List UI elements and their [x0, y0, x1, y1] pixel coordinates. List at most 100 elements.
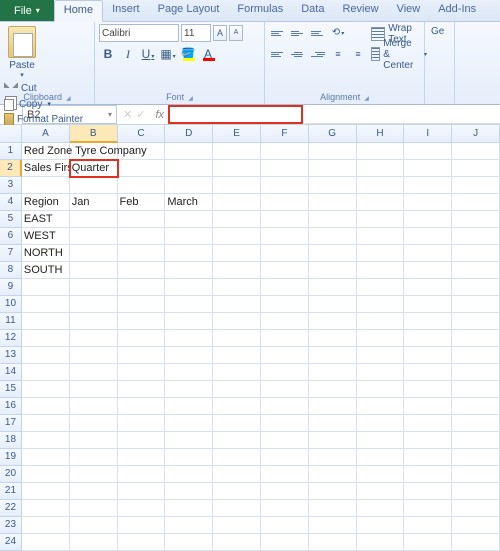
cell-I9[interactable] — [404, 279, 452, 296]
cell-I3[interactable] — [404, 177, 452, 194]
cell-C22[interactable] — [118, 500, 166, 517]
cell-G3[interactable] — [309, 177, 357, 194]
cell-C12[interactable] — [118, 330, 166, 347]
cell-G13[interactable] — [309, 347, 357, 364]
cell-A6[interactable]: WEST — [22, 228, 70, 245]
cell-B14[interactable] — [70, 364, 118, 381]
cell-B8[interactable] — [70, 262, 118, 279]
cell-I22[interactable] — [404, 500, 452, 517]
cell-D7[interactable] — [165, 245, 213, 262]
cell-C23[interactable] — [118, 517, 166, 534]
cell-D1[interactable] — [165, 143, 213, 160]
align-left-button[interactable] — [269, 46, 287, 62]
row-header-17[interactable]: 17 — [0, 415, 22, 432]
tab-view[interactable]: View — [388, 0, 430, 21]
row-header-10[interactable]: 10 — [0, 296, 22, 313]
cell-J14[interactable] — [452, 364, 500, 381]
cell-G9[interactable] — [309, 279, 357, 296]
cell-B9[interactable] — [70, 279, 118, 296]
row-header-3[interactable]: 3 — [0, 177, 22, 194]
row-header-15[interactable]: 15 — [0, 381, 22, 398]
cell-J8[interactable] — [452, 262, 500, 279]
cell-E7[interactable] — [213, 245, 261, 262]
row-header-16[interactable]: 16 — [0, 398, 22, 415]
cell-G12[interactable] — [309, 330, 357, 347]
cell-E1[interactable] — [213, 143, 261, 160]
cell-F12[interactable] — [261, 330, 309, 347]
cell-B12[interactable] — [70, 330, 118, 347]
cell-E14[interactable] — [213, 364, 261, 381]
cell-A16[interactable] — [22, 398, 70, 415]
cell-D23[interactable] — [165, 517, 213, 534]
tab-addins[interactable]: Add-Ins — [429, 0, 485, 21]
cell-C6[interactable] — [118, 228, 166, 245]
cell-E24[interactable] — [213, 534, 261, 551]
cell-B22[interactable] — [70, 500, 118, 517]
cell-A22[interactable] — [22, 500, 70, 517]
cell-H18[interactable] — [357, 432, 405, 449]
cell-E13[interactable] — [213, 347, 261, 364]
cell-A1[interactable]: Red Zone Tyre Company — [22, 143, 70, 160]
cell-G24[interactable] — [309, 534, 357, 551]
cell-E11[interactable] — [213, 313, 261, 330]
align-right-button[interactable] — [309, 46, 327, 62]
cell-G23[interactable] — [309, 517, 357, 534]
cell-J5[interactable] — [452, 211, 500, 228]
cell-J9[interactable] — [452, 279, 500, 296]
cell-C2[interactable] — [118, 160, 166, 177]
column-header-B[interactable]: B — [70, 125, 118, 143]
cell-G15[interactable] — [309, 381, 357, 398]
cell-F23[interactable] — [261, 517, 309, 534]
cell-F5[interactable] — [261, 211, 309, 228]
cell-D16[interactable] — [165, 398, 213, 415]
cell-C11[interactable] — [118, 313, 166, 330]
cell-D21[interactable] — [165, 483, 213, 500]
cell-E16[interactable] — [213, 398, 261, 415]
column-header-H[interactable]: H — [357, 125, 405, 143]
cell-B6[interactable] — [70, 228, 118, 245]
cell-F21[interactable] — [261, 483, 309, 500]
cell-F14[interactable] — [261, 364, 309, 381]
merge-center-button[interactable]: Merge & Center — [371, 44, 427, 64]
cell-J20[interactable] — [452, 466, 500, 483]
bold-button[interactable]: B — [99, 45, 117, 63]
cell-E12[interactable] — [213, 330, 261, 347]
tab-formulas[interactable]: Formulas — [228, 0, 292, 21]
cell-D19[interactable] — [165, 449, 213, 466]
cell-I11[interactable] — [404, 313, 452, 330]
cell-D12[interactable] — [165, 330, 213, 347]
cell-I13[interactable] — [404, 347, 452, 364]
cell-J11[interactable] — [452, 313, 500, 330]
italic-button[interactable]: I — [119, 45, 137, 63]
cell-I23[interactable] — [404, 517, 452, 534]
cell-H4[interactable] — [357, 194, 405, 211]
row-header-8[interactable]: 8 — [0, 262, 22, 279]
cell-F15[interactable] — [261, 381, 309, 398]
cell-G7[interactable] — [309, 245, 357, 262]
cell-F20[interactable] — [261, 466, 309, 483]
increase-font-button[interactable]: A — [213, 25, 227, 41]
cell-I7[interactable] — [404, 245, 452, 262]
cell-I5[interactable] — [404, 211, 452, 228]
cell-G5[interactable] — [309, 211, 357, 228]
cell-J23[interactable] — [452, 517, 500, 534]
cell-F3[interactable] — [261, 177, 309, 194]
cell-G4[interactable] — [309, 194, 357, 211]
cell-C8[interactable] — [118, 262, 166, 279]
cell-C15[interactable] — [118, 381, 166, 398]
cell-C7[interactable] — [118, 245, 166, 262]
formula-bar[interactable] — [168, 105, 303, 124]
cell-I4[interactable] — [404, 194, 452, 211]
cell-E21[interactable] — [213, 483, 261, 500]
cell-H6[interactable] — [357, 228, 405, 245]
cell-E19[interactable] — [213, 449, 261, 466]
column-header-G[interactable]: G — [309, 125, 357, 143]
cell-B16[interactable] — [70, 398, 118, 415]
cell-H20[interactable] — [357, 466, 405, 483]
cell-J17[interactable] — [452, 415, 500, 432]
cell-I6[interactable] — [404, 228, 452, 245]
cell-B19[interactable] — [70, 449, 118, 466]
row-header-19[interactable]: 19 — [0, 449, 22, 466]
underline-button[interactable]: U — [139, 45, 157, 63]
cell-I19[interactable] — [404, 449, 452, 466]
